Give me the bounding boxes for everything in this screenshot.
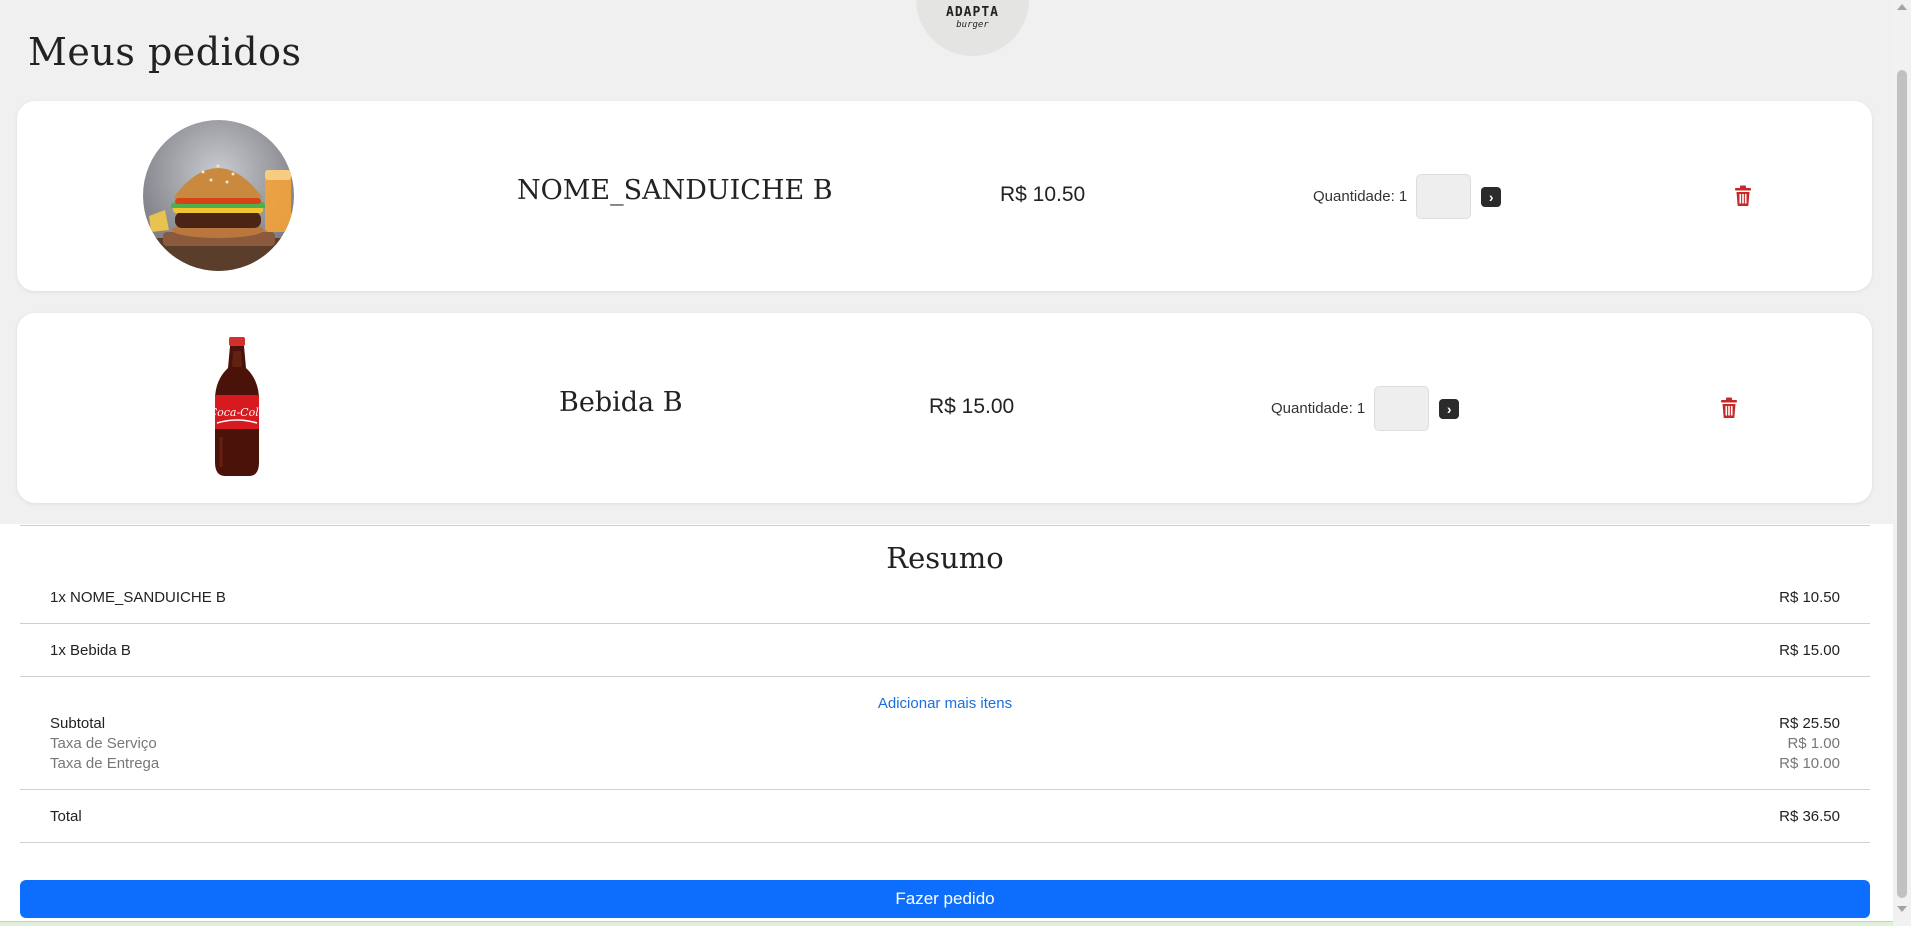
divider bbox=[20, 842, 1870, 843]
order-summary: Resumo 1x NOME_SANDUICHE B R$ 10.50 1x B… bbox=[0, 524, 1893, 926]
burger-image bbox=[143, 120, 294, 271]
place-order-button[interactable]: Fazer pedido bbox=[20, 880, 1870, 918]
chevron-right-icon[interactable]: › bbox=[1439, 398, 1460, 419]
divider bbox=[20, 676, 1870, 677]
add-more-items-link[interactable]: Adicionar mais itens bbox=[0, 695, 1890, 712]
service-fee-label: Taxa de Serviço bbox=[50, 735, 157, 752]
item-name: Bebida B bbox=[559, 387, 683, 418]
logo-text: ADAPTA burger bbox=[946, 5, 999, 30]
total-label: Total bbox=[50, 808, 82, 825]
trash-icon[interactable] bbox=[1734, 185, 1752, 207]
quantity-control: Quantidade: 1 › bbox=[1313, 174, 1502, 219]
bottom-strip bbox=[0, 921, 1893, 926]
quantity-label: Quantidade: 1 bbox=[1271, 400, 1366, 417]
trash-icon[interactable] bbox=[1720, 397, 1738, 419]
quantity-control: Quantidade: 1 › bbox=[1271, 386, 1460, 431]
summary-line-value: R$ 15.00 bbox=[1779, 642, 1840, 659]
logo-subtext: burger bbox=[956, 20, 989, 30]
scroll-down-arrow-icon[interactable] bbox=[1897, 906, 1907, 912]
svg-text:Coca-Cola: Coca-Cola bbox=[209, 406, 266, 419]
divider bbox=[20, 623, 1870, 624]
quantity-input[interactable] bbox=[1374, 386, 1430, 431]
delivery-fee-value: R$ 10.00 bbox=[1779, 755, 1840, 772]
subtotal-row: Subtotal R$ 25.50 bbox=[50, 715, 1840, 732]
subtotal-value: R$ 25.50 bbox=[1779, 715, 1840, 732]
total-row: Total R$ 36.50 bbox=[50, 808, 1840, 825]
scroll-thumb[interactable] bbox=[1897, 70, 1907, 898]
summary-line-value: R$ 10.50 bbox=[1779, 589, 1840, 606]
service-fee-value: R$ 1.00 bbox=[1787, 735, 1840, 752]
vertical-scrollbar[interactable] bbox=[1893, 0, 1911, 926]
divider bbox=[20, 525, 1870, 526]
summary-line-label: 1x Bebida B bbox=[50, 642, 131, 659]
divider bbox=[20, 789, 1870, 790]
page-title: Meus pedidos bbox=[28, 30, 302, 74]
summary-line-label: 1x NOME_SANDUICHE B bbox=[50, 589, 226, 606]
service-fee-row: Taxa de Serviço R$ 1.00 bbox=[50, 735, 1840, 752]
summary-title: Resumo bbox=[886, 541, 1004, 575]
summary-line-item: 1x Bebida B R$ 15.00 bbox=[50, 642, 1840, 659]
soda-bottle-image: Coca-Cola bbox=[207, 337, 267, 479]
total-value: R$ 36.50 bbox=[1779, 808, 1840, 825]
order-item-card: NOME_SANDUICHE B R$ 10.50 Quantidade: 1 … bbox=[17, 101, 1872, 291]
item-name: NOME_SANDUICHE B bbox=[517, 175, 833, 206]
delivery-fee-row: Taxa de Entrega R$ 10.00 bbox=[50, 755, 1840, 772]
order-item-card: Coca-Cola Bebida B R$ 15.00 Quantidade: … bbox=[17, 313, 1872, 503]
subtotal-label: Subtotal bbox=[50, 715, 106, 732]
delivery-fee-label: Taxa de Entrega bbox=[50, 755, 160, 772]
brand-logo[interactable]: ADAPTA burger bbox=[916, 0, 1029, 56]
item-price: R$ 15.00 bbox=[929, 395, 1015, 418]
item-price: R$ 10.50 bbox=[1000, 183, 1086, 206]
scroll-up-arrow-icon[interactable] bbox=[1897, 4, 1907, 10]
quantity-input[interactable] bbox=[1416, 174, 1472, 219]
quantity-label: Quantidade: 1 bbox=[1313, 188, 1408, 205]
chevron-right-icon[interactable]: › bbox=[1481, 186, 1502, 207]
summary-line-item: 1x NOME_SANDUICHE B R$ 10.50 bbox=[50, 589, 1840, 606]
